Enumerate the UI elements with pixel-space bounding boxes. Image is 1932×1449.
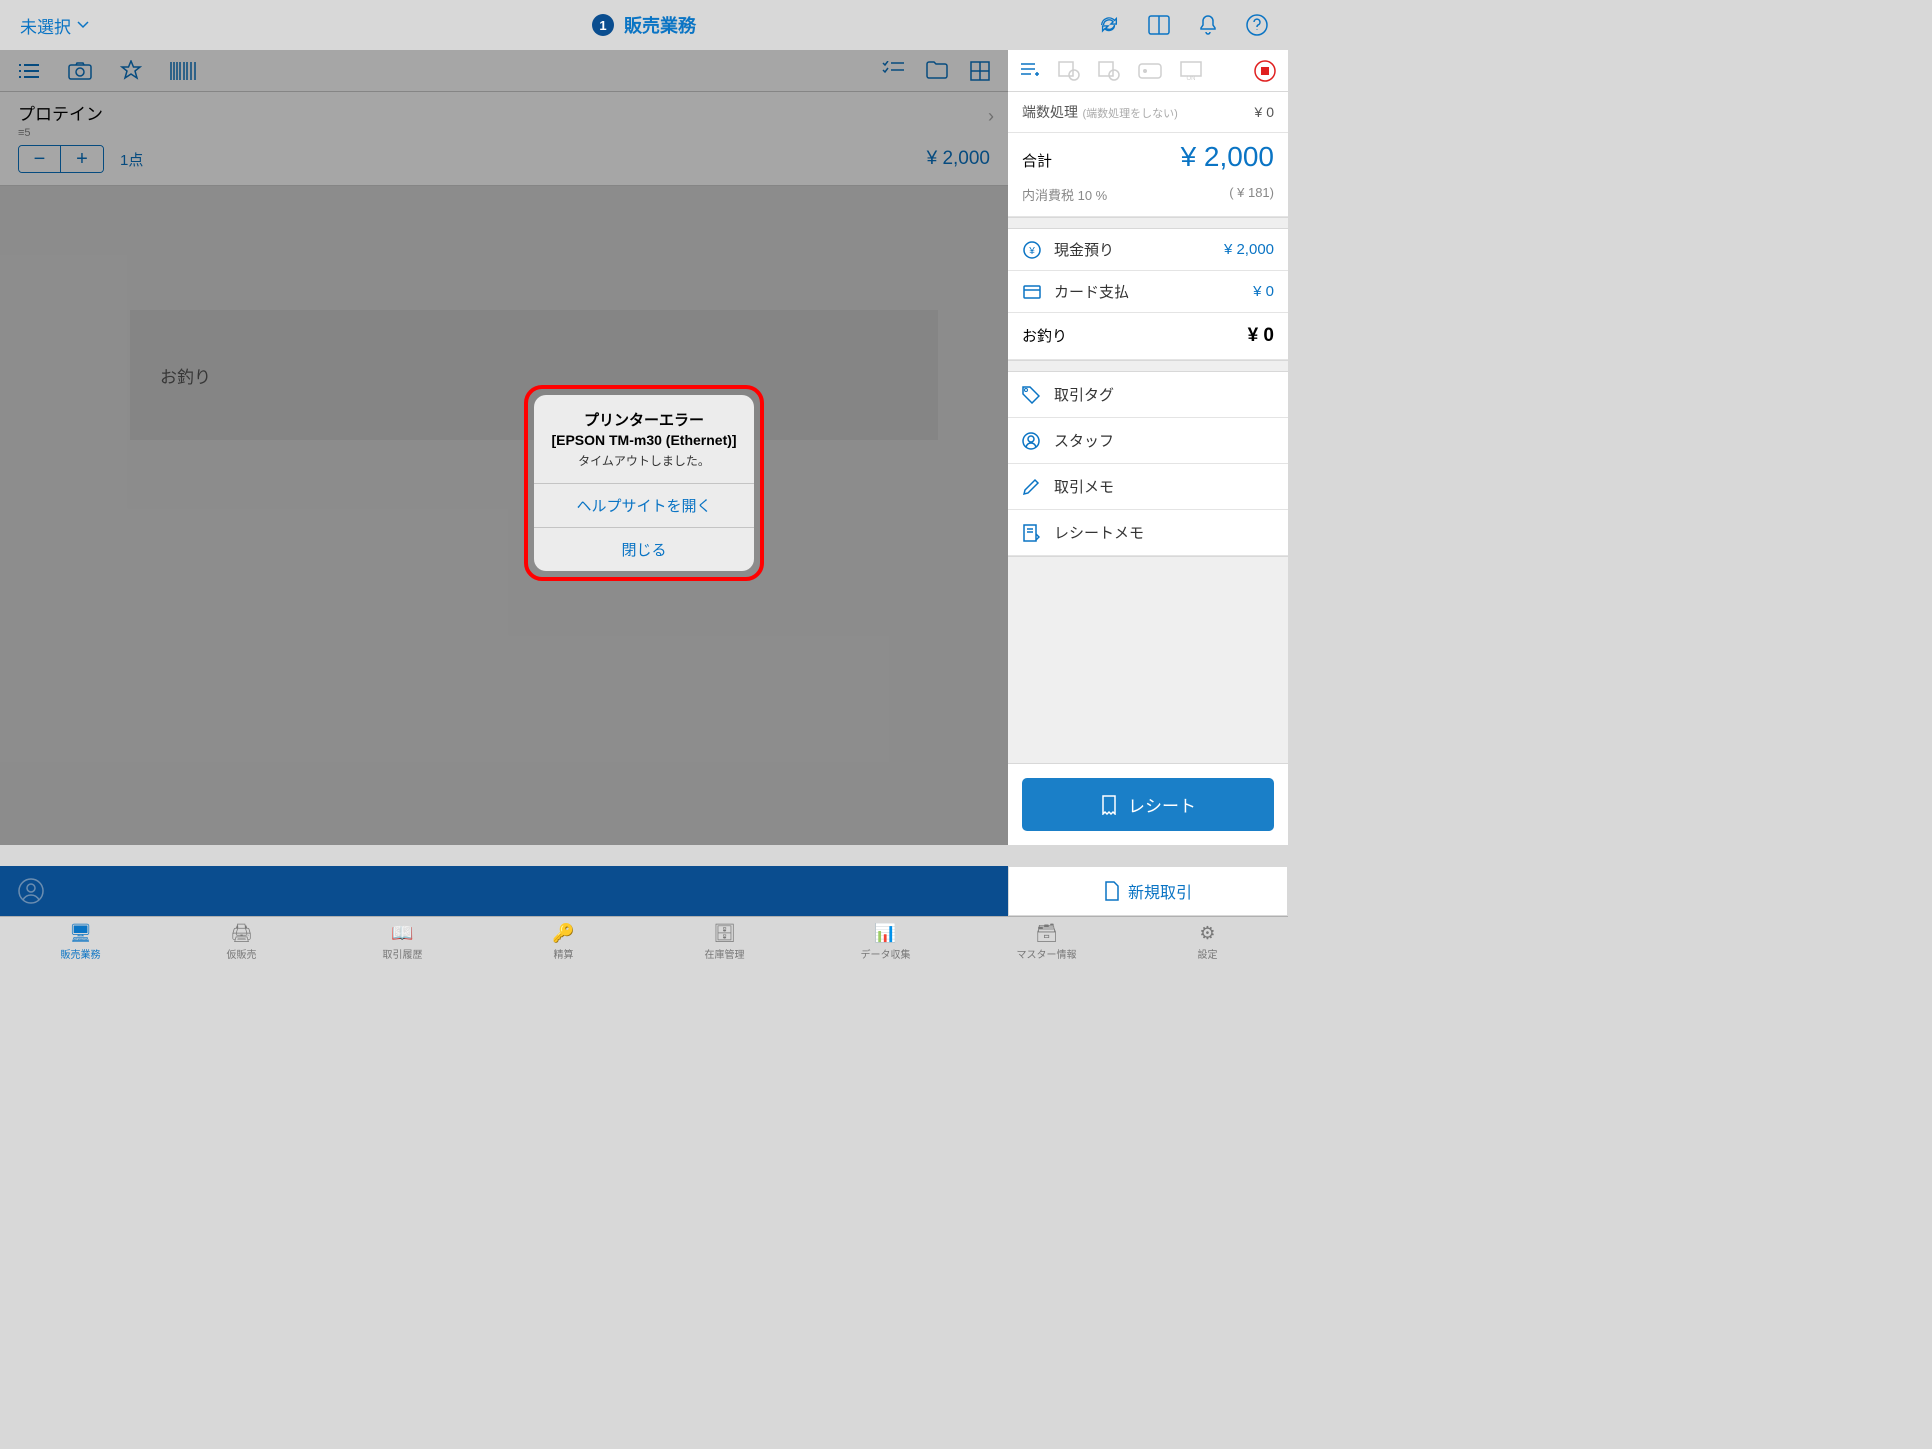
alert-message: タイムアウトしました。 bbox=[534, 448, 754, 483]
modal-overlay: プリンターエラー [EPSON TM-m30 (Ethernet)] タイムアウ… bbox=[0, 0, 1288, 966]
help-button[interactable]: ヘルプサイトを開く bbox=[534, 483, 754, 527]
alert-dialog: プリンターエラー [EPSON TM-m30 (Ethernet)] タイムアウ… bbox=[534, 395, 754, 571]
alert-title: プリンターエラー bbox=[534, 395, 754, 430]
alert-subtitle: [EPSON TM-m30 (Ethernet)] bbox=[534, 430, 754, 448]
close-button[interactable]: 閉じる bbox=[534, 527, 754, 571]
modal-highlight: プリンターエラー [EPSON TM-m30 (Ethernet)] タイムアウ… bbox=[524, 385, 764, 581]
